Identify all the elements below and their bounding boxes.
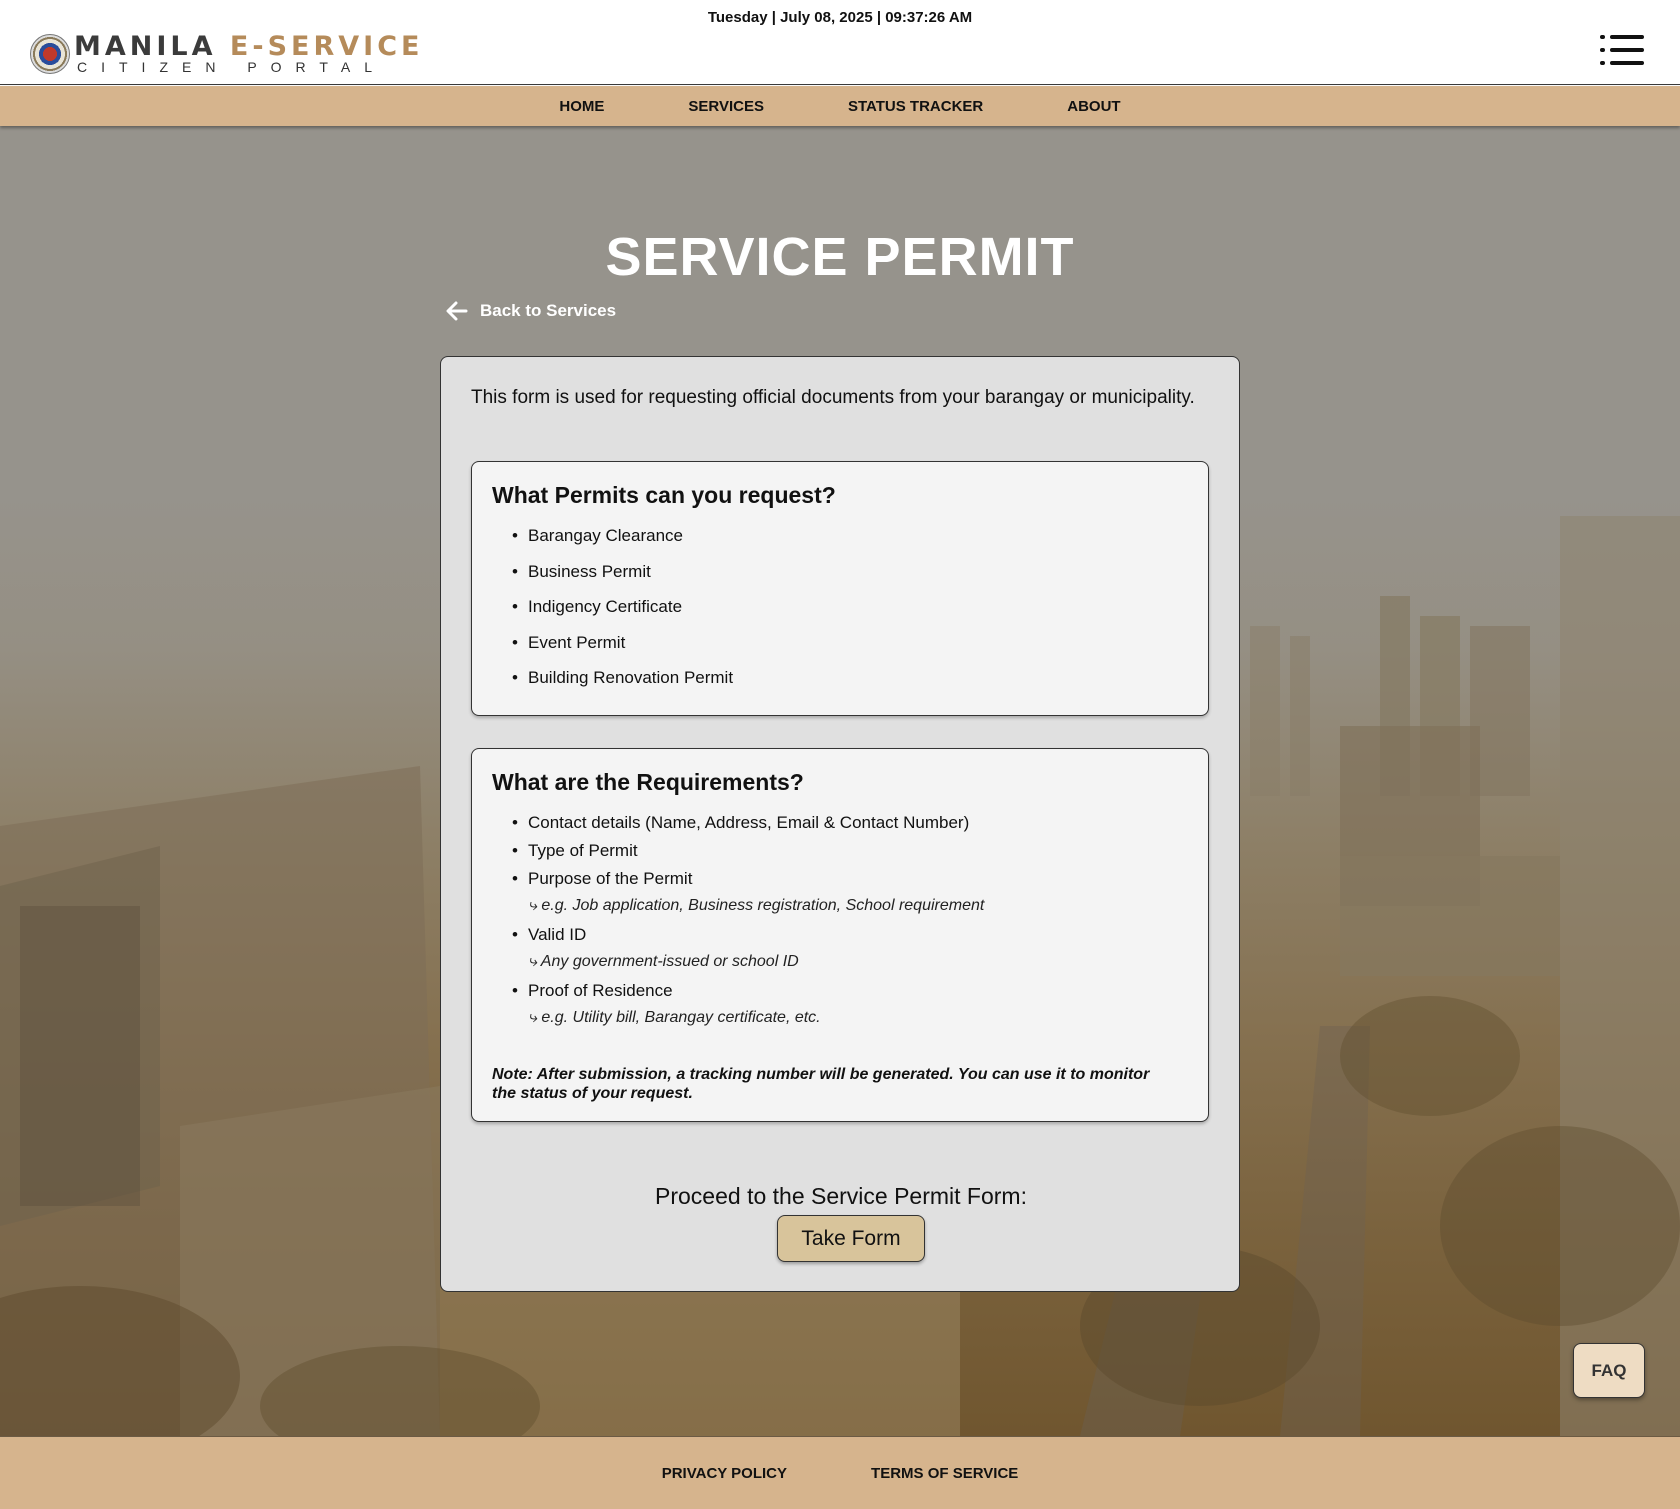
permits-box: What Permits can you request? Barangay C… (471, 461, 1209, 716)
back-link-label: Back to Services (480, 301, 617, 320)
nav-status-tracker[interactable]: STATUS TRACKER (848, 98, 983, 115)
main-nav: HOME SERVICES STATUS TRACKER ABOUT (0, 86, 1680, 126)
list-item: Purpose of the Permit (512, 869, 984, 897)
list-item: Building Renovation Permit (512, 668, 733, 704)
nav-home[interactable]: HOME (559, 98, 604, 115)
requirements-heading: What are the Requirements? (492, 769, 804, 795)
logo-text: MANILA E-SERVICE CITIZEN PORTAL (74, 33, 423, 74)
proceed-prompt: Proceed to the Service Permit Form: (655, 1183, 1027, 1209)
logo-title: MANILA E-SERVICE (74, 33, 423, 60)
service-permit-card: This form is used for requesting officia… (440, 356, 1240, 1292)
terms-of-service-link[interactable]: TERMS OF SERVICE (871, 1465, 1018, 1482)
arrow-left-icon (446, 301, 468, 321)
tracking-note: Note: After submission, a tracking numbe… (492, 1066, 1150, 1102)
list-item: Proof of Residence (512, 981, 984, 1009)
list-item: Event Permit (512, 633, 733, 669)
menu-list-icon[interactable] (1600, 33, 1644, 67)
list-item-hint: ⤷ e.g. Job application, Business registr… (528, 897, 985, 914)
take-form-button[interactable]: Take Form (777, 1215, 925, 1262)
logo-subtitle: CITIZEN PORTAL (77, 59, 387, 75)
site-header: Tuesday | July 08, 2025 | 09:37:26 AM MA… (0, 0, 1680, 85)
requirements-list: Contact details (Name, Address, Email & … (512, 813, 984, 1037)
page-title: SERVICE PERMIT (605, 227, 1075, 287)
list-item: Business Permit (512, 562, 733, 598)
list-item: Contact details (Name, Address, Email & … (512, 813, 984, 841)
requirements-box: What are the Requirements? Contact detai… (471, 748, 1209, 1122)
list-item: Valid ID (512, 925, 984, 953)
list-item: Type of Permit (512, 841, 984, 869)
list-item: Indigency Certificate (512, 597, 733, 633)
site-footer: PRIVACY POLICY TERMS OF SERVICE (0, 1436, 1680, 1509)
back-to-services-link[interactable]: Back to Services (446, 301, 616, 321)
nav-about[interactable]: ABOUT (1067, 98, 1120, 115)
current-datetime: Tuesday | July 08, 2025 | 09:37:26 AM (707, 9, 973, 26)
logo-title-main: MANILA (74, 31, 230, 62)
list-item: Barangay Clearance (512, 526, 733, 562)
nav-services[interactable]: SERVICES (688, 98, 764, 115)
permits-list: Barangay Clearance Business Permit Indig… (512, 526, 733, 704)
permits-heading: What Permits can you request? (492, 482, 836, 508)
privacy-policy-link[interactable]: PRIVACY POLICY (662, 1465, 787, 1482)
list-item-hint: ⤷ Any government-issued or school ID (528, 953, 799, 970)
list-item-hint: ⤷ e.g. Utility bill, Barangay certificat… (528, 1009, 821, 1026)
city-seal-icon (30, 33, 70, 74)
faq-button[interactable]: FAQ (1573, 1343, 1645, 1398)
site-logo[interactable]: MANILA E-SERVICE CITIZEN PORTAL (30, 33, 423, 74)
hero-section: SERVICE PERMIT Back to Services This for… (0, 126, 1680, 1436)
logo-title-accent: E-SERVICE (229, 31, 424, 62)
intro-text: This form is used for requesting officia… (471, 387, 1195, 408)
